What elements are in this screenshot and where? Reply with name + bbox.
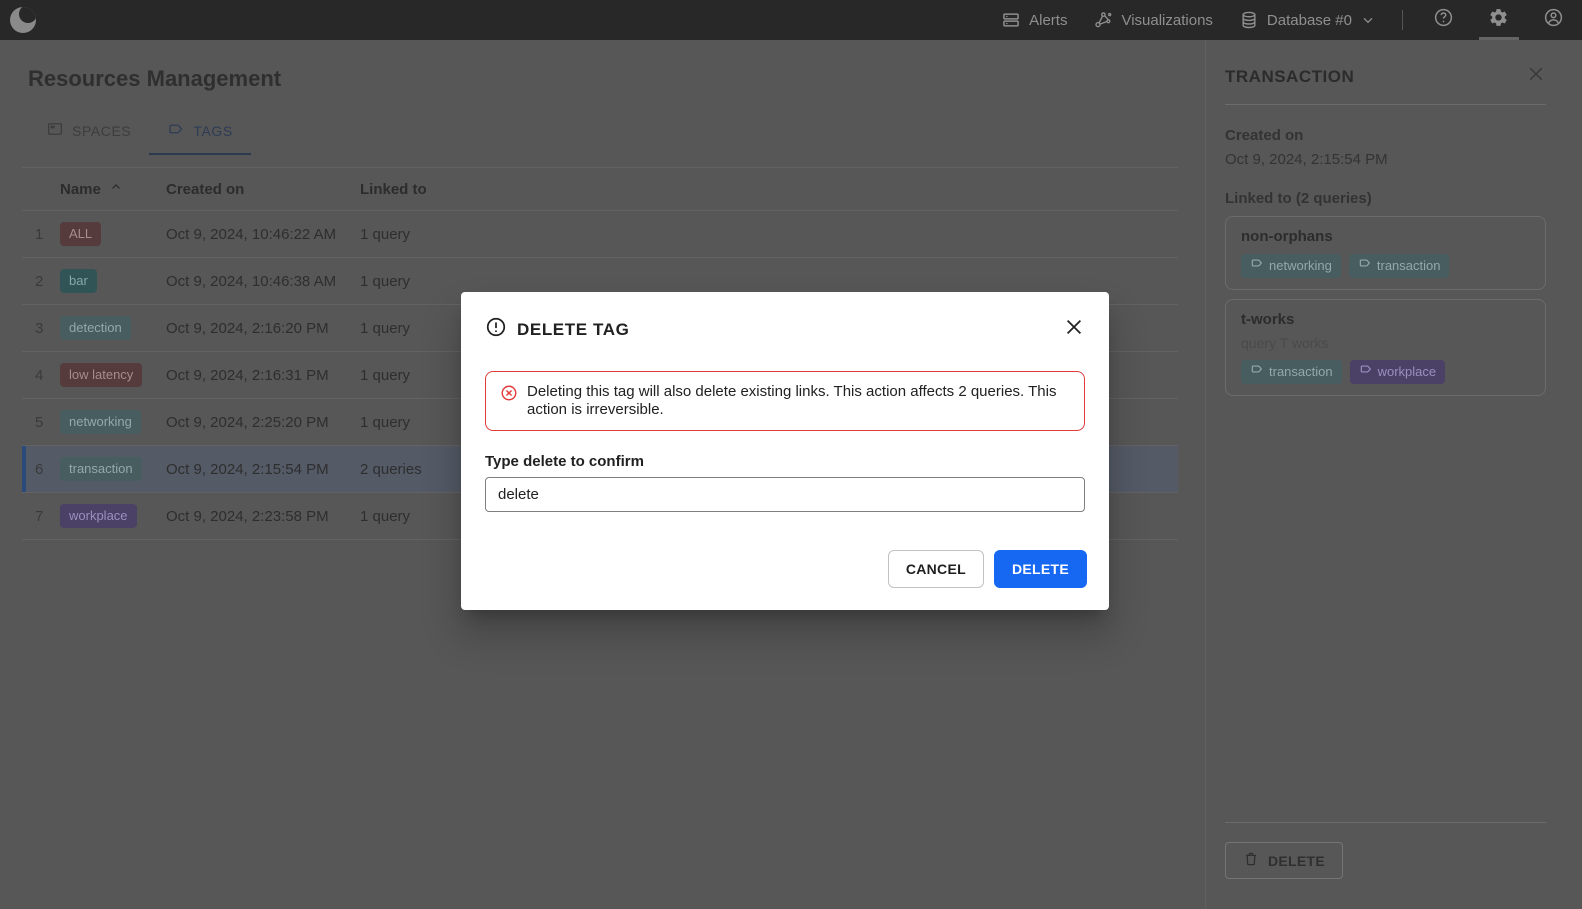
panel-footer-divider	[1225, 822, 1546, 823]
navbar-divider	[1402, 10, 1403, 30]
settings-button[interactable]	[1484, 0, 1513, 40]
created-cell: Oct 9, 2024, 2:16:31 PM	[166, 366, 329, 384]
created-cell: Oct 9, 2024, 2:15:54 PM	[166, 460, 329, 478]
query-card: non-orphans networking transaction	[1225, 216, 1546, 290]
tag-pill: low latency	[60, 363, 143, 387]
delete-tag-modal: DELETE TAG Deleting this tag will also d…	[461, 292, 1109, 610]
nav-database-label: Database #0	[1266, 11, 1352, 29]
query-name: non-orphans	[1241, 228, 1333, 245]
column-header-created: Created on	[166, 180, 245, 198]
created-on-value: Oct 9, 2024, 2:15:54 PM	[1225, 151, 1388, 168]
rows-icon	[1001, 10, 1021, 30]
tag-icon	[167, 120, 185, 141]
confirm-input[interactable]	[485, 477, 1085, 512]
page-title: Resources Management	[28, 66, 282, 91]
confirm-label: Type delete to confirm	[485, 453, 644, 470]
resource-tabs: SPACES TAGS	[28, 110, 251, 155]
table-header-row: Name Created on Linked to	[22, 167, 1178, 211]
app-logo[interactable]	[10, 7, 36, 33]
panel-close-button[interactable]	[1526, 64, 1546, 89]
gear-icon	[1488, 7, 1509, 33]
panel-delete-label: DELETE	[1268, 852, 1326, 869]
graph-nodes-icon	[1093, 10, 1113, 30]
tab-spaces[interactable]: SPACES	[28, 110, 149, 155]
created-cell: Oct 9, 2024, 2:16:20 PM	[166, 319, 329, 337]
tag-pill: networking	[60, 410, 141, 434]
nav-database-select[interactable]: Database #0	[1239, 0, 1376, 40]
help-button[interactable]	[1429, 0, 1458, 40]
modal-title: DELETE TAG	[517, 319, 630, 339]
cancel-button[interactable]: CANCEL	[887, 550, 984, 588]
tab-tags[interactable]: TAGS	[149, 110, 251, 155]
tag-icon	[1250, 360, 1264, 384]
query-description: query T works	[1241, 335, 1329, 351]
row-index: 3	[35, 319, 44, 337]
row-index: 4	[35, 366, 44, 384]
query-tag-chip: networking	[1241, 254, 1341, 278]
tag-detail-panel: TRANSACTION Created on Oct 9, 2024, 2:15…	[1205, 40, 1582, 909]
nav-alerts[interactable]: Alerts	[1001, 0, 1067, 40]
row-index: 2	[35, 272, 44, 290]
row-index: 1	[35, 225, 44, 243]
question-circle-icon	[1433, 7, 1454, 33]
query-tag-chip: workplace	[1349, 360, 1446, 384]
error-circle-icon	[500, 384, 518, 419]
warning-alert: Deleting this tag will also delete exist…	[485, 371, 1085, 431]
nav-visualizations[interactable]: Visualizations	[1093, 0, 1213, 40]
tag-pill: detection	[60, 316, 131, 340]
query-tag-chip: transaction	[1241, 360, 1342, 384]
column-header-linked: Linked to	[360, 180, 427, 198]
tag-pill: workplace	[60, 504, 137, 528]
linked-cell: 1 query	[360, 225, 411, 243]
exclamation-circle-icon	[485, 316, 507, 343]
close-x-icon	[1063, 316, 1085, 343]
tag-pill: bar	[60, 269, 97, 293]
modal-close-button[interactable]	[1061, 314, 1087, 345]
trash-icon	[1243, 851, 1259, 870]
table-row[interactable]: 1 ALL Oct 9, 2024, 10:46:22 AM 1 query	[22, 211, 1178, 258]
created-cell: Oct 9, 2024, 10:46:22 AM	[166, 225, 337, 243]
created-cell: Oct 9, 2024, 2:23:58 PM	[166, 507, 329, 525]
created-cell: Oct 9, 2024, 10:46:38 AM	[166, 272, 337, 290]
warning-text: Deleting this tag will also delete exist…	[527, 383, 1057, 418]
tag-pill: ALL	[60, 222, 102, 246]
tab-spaces-label: SPACES	[72, 122, 132, 139]
chevron-down-icon	[1360, 12, 1376, 28]
nav-alerts-label: Alerts	[1029, 11, 1068, 29]
tab-tags-label: TAGS	[193, 122, 233, 139]
nav-visualizations-label: Visualizations	[1121, 11, 1213, 29]
panel-delete-button[interactable]: DELETE	[1225, 842, 1344, 879]
tag-icon	[1250, 254, 1264, 278]
chevron-up-icon	[109, 180, 123, 198]
linked-to-label: Linked to (2 queries)	[1225, 190, 1372, 207]
person-circle-icon	[1543, 7, 1564, 33]
delete-button[interactable]: DELETE	[993, 550, 1087, 588]
top-navbar: Alerts Visualizations Database #0	[0, 0, 1582, 40]
tag-icon	[1358, 254, 1372, 278]
tag-icon	[1359, 360, 1373, 384]
panel-divider	[1225, 104, 1546, 105]
column-header-name[interactable]: Name	[60, 180, 166, 198]
created-cell: Oct 9, 2024, 2:25:20 PM	[166, 413, 329, 431]
query-card: t-works query T works transaction workpl…	[1225, 299, 1546, 396]
tag-pill: transaction	[60, 457, 142, 481]
database-cylinder-icon	[1239, 10, 1259, 30]
row-index: 5	[35, 413, 44, 431]
profile-button[interactable]	[1539, 0, 1568, 40]
window-icon	[46, 120, 64, 141]
row-index: 6	[35, 460, 44, 478]
query-tag-chip: transaction	[1348, 254, 1450, 278]
panel-title: TRANSACTION	[1225, 66, 1355, 86]
linked-cell: 1 query	[360, 272, 411, 290]
row-index: 7	[35, 507, 44, 525]
created-on-label: Created on	[1225, 127, 1304, 144]
close-x-icon	[1526, 64, 1546, 89]
query-name: t-works	[1241, 311, 1295, 328]
